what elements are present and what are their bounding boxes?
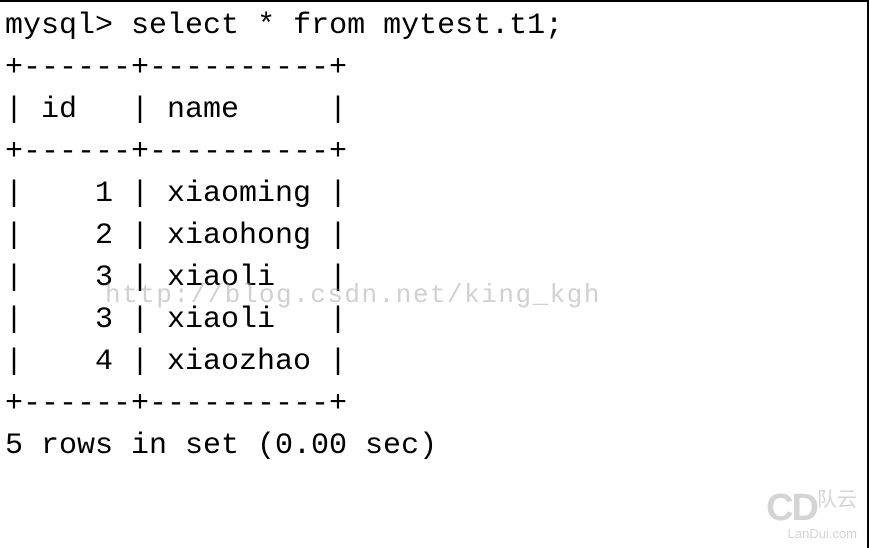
table-row: | 1 | xiaoming | bbox=[5, 177, 347, 211]
table-header-row: | id | name | bbox=[5, 93, 347, 127]
corner-brand-symbol: CD bbox=[766, 487, 817, 529]
status-line: 5 rows in set (0.00 sec) bbox=[5, 429, 437, 463]
table-row: | 3 | xiaoli | bbox=[5, 261, 347, 295]
corner-brand-cn: 队云 bbox=[817, 489, 857, 511]
corner-watermark: CD队云 LanDui.com bbox=[766, 489, 857, 540]
table-border-mid: +------+----------+ bbox=[5, 135, 347, 169]
corner-brand-domain: LanDui.com bbox=[788, 526, 857, 541]
table-border-top: +------+----------+ bbox=[5, 51, 347, 85]
table-border-bot: +------+----------+ bbox=[5, 387, 347, 421]
prompt: mysql> bbox=[5, 9, 113, 43]
sql-command: select * from mytest.t1; bbox=[131, 9, 563, 43]
table-row: | 2 | xiaohong | bbox=[5, 219, 347, 253]
table-row: | 4 | xiaozhao | bbox=[5, 345, 347, 379]
terminal-output: mysql> select * from mytest.t1; +------+… bbox=[5, 5, 862, 467]
table-row: | 3 | xiaoli | bbox=[5, 303, 347, 337]
